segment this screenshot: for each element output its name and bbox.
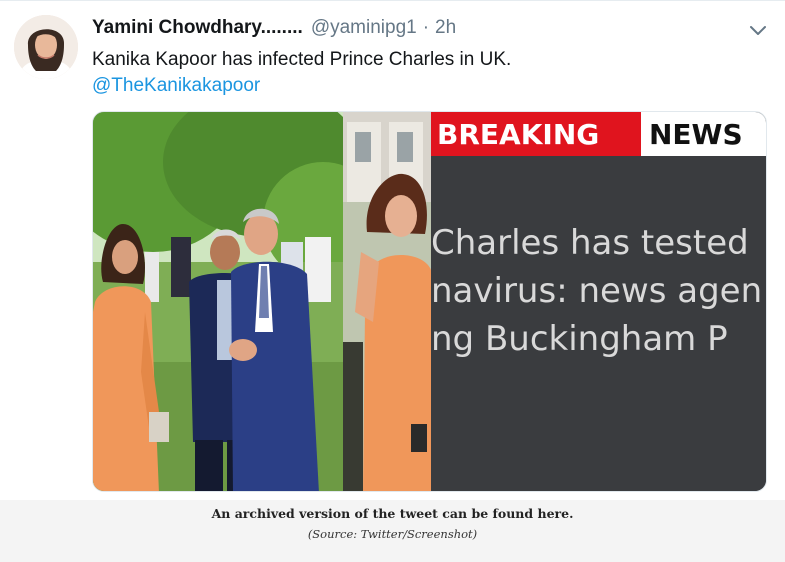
tweet-timestamp[interactable]: 2h xyxy=(435,17,456,39)
media-image: BREAKING NEWS Charles has tested navirus… xyxy=(93,112,766,491)
banner-breaking: BREAKING xyxy=(437,118,599,151)
user-handle[interactable]: @yaminipg1 xyxy=(311,17,417,39)
caption-source: (Source: Twitter/Screenshot) xyxy=(307,527,478,541)
display-name[interactable]: Yamini Chowdhary........ xyxy=(92,17,303,39)
left-photo xyxy=(93,112,383,491)
avatar[interactable] xyxy=(14,15,78,79)
breaking-news-panel: BREAKING NEWS Charles has tested navirus… xyxy=(431,112,766,491)
tweet-media[interactable]: BREAKING NEWS Charles has tested navirus… xyxy=(92,111,767,492)
separator-dot: · xyxy=(422,17,430,38)
mention-link[interactable]: @TheKanikakapoor xyxy=(92,73,260,98)
avatar-photo xyxy=(14,15,78,79)
caption-text: An archived version of the tweet can be … xyxy=(211,506,574,521)
middle-photo xyxy=(343,112,431,491)
ticker-line-3: ng Buckingham P xyxy=(431,319,728,359)
tweet-header: Yamini Chowdhary........ @yaminipg1 · 2h xyxy=(92,17,456,41)
tweet-card: Yamini Chowdhary........ @yaminipg1 · 2h… xyxy=(0,0,785,500)
banner-news: NEWS xyxy=(649,118,743,151)
ticker-line-1: Charles has tested xyxy=(431,223,749,263)
chevron-down-icon[interactable] xyxy=(747,19,769,41)
ticker-line-2: navirus: news agen xyxy=(431,271,762,311)
tweet-text: Kanika Kapoor has infected Prince Charle… xyxy=(92,49,512,70)
